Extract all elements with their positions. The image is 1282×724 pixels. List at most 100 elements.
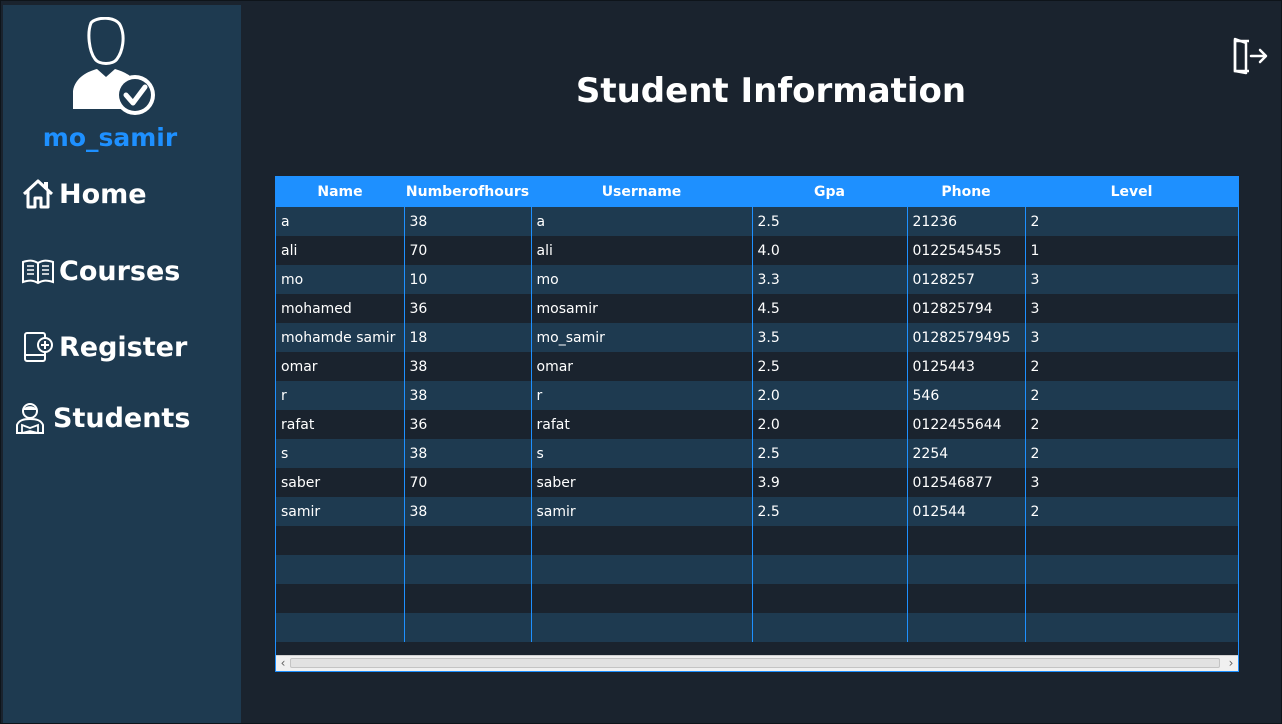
table-cell[interactable]: 70 <box>404 468 532 497</box>
table-cell[interactable]: 2.5 <box>752 439 908 468</box>
table-row-empty[interactable] <box>276 584 1238 613</box>
table-cell[interactable]: 2.0 <box>752 410 908 439</box>
table-cell[interactable] <box>907 584 1026 613</box>
table-cell[interactable] <box>531 584 753 613</box>
table-cell[interactable]: 2 <box>1025 497 1238 526</box>
nav-students[interactable]: Students <box>13 401 190 435</box>
table-cell[interactable]: 2.5 <box>752 497 908 526</box>
table-cell[interactable]: 36 <box>404 294 532 323</box>
table-cell[interactable]: mosamir <box>531 294 753 323</box>
table-cell[interactable]: 012544 <box>907 497 1026 526</box>
table-cell[interactable]: 70 <box>404 236 532 265</box>
table-cell[interactable]: 2 <box>1025 207 1238 236</box>
table-cell[interactable]: 0122455644 <box>907 410 1026 439</box>
table-cell[interactable]: omar <box>276 352 405 381</box>
table-cell[interactable] <box>1025 584 1238 613</box>
table-cell[interactable] <box>276 526 405 555</box>
table-cell[interactable] <box>752 526 908 555</box>
table-cell[interactable] <box>907 526 1026 555</box>
column-header-gpa[interactable]: Gpa <box>752 177 907 207</box>
table-row[interactable]: samir 38 samir 2.5 012544 2 <box>276 497 1238 526</box>
table-row[interactable]: r 38 r 2.0 546 2 <box>276 381 1238 410</box>
table-cell[interactable] <box>907 555 1026 584</box>
table-cell[interactable]: saber <box>531 468 753 497</box>
table-cell[interactable]: 18 <box>404 323 532 352</box>
table-cell[interactable]: 21236 <box>907 207 1026 236</box>
table-cell[interactable]: a <box>276 207 405 236</box>
table-cell[interactable] <box>531 613 753 642</box>
table-cell[interactable] <box>1025 526 1238 555</box>
table-cell[interactable]: 0125443 <box>907 352 1026 381</box>
table-cell[interactable]: 1 <box>1025 236 1238 265</box>
table-cell[interactable]: 2.5 <box>752 207 908 236</box>
table-cell[interactable]: 0122545455 <box>907 236 1026 265</box>
column-header-username[interactable]: Username <box>531 177 752 207</box>
table-cell[interactable]: 3.3 <box>752 265 908 294</box>
nav-home[interactable]: Home <box>21 177 147 211</box>
table-cell[interactable]: 3 <box>1025 265 1238 294</box>
table-cell[interactable]: 4.5 <box>752 294 908 323</box>
table-cell[interactable]: 01282579495 <box>907 323 1026 352</box>
table-row[interactable]: ali 70 ali 4.0 0122545455 1 <box>276 236 1238 265</box>
table-cell[interactable]: samir <box>276 497 405 526</box>
table-cell[interactable]: 3 <box>1025 323 1238 352</box>
table-cell[interactable]: mohamed <box>276 294 405 323</box>
table-row[interactable]: mohamde samir 18 mo_samir 3.5 01282579495 3 <box>276 323 1238 352</box>
table-cell[interactable]: 2 <box>1025 381 1238 410</box>
table-cell[interactable]: 2.0 <box>752 381 908 410</box>
nav-courses[interactable]: Courses <box>21 254 180 288</box>
table-cell[interactable]: 2.5 <box>752 352 908 381</box>
table-cell[interactable] <box>404 526 532 555</box>
table-row[interactable]: mo 10 mo 3.3 0128257 3 <box>276 265 1238 294</box>
horizontal-scrollbar[interactable]: ‹ › <box>276 655 1238 671</box>
column-header-phone[interactable]: Phone <box>907 177 1025 207</box>
table-cell[interactable]: r <box>276 381 405 410</box>
table-cell[interactable]: 2 <box>1025 352 1238 381</box>
table-cell[interactable]: 546 <box>907 381 1026 410</box>
table-cell[interactable]: 012546877 <box>907 468 1026 497</box>
table-cell[interactable]: rafat <box>531 410 753 439</box>
student-table-container[interactable]: Name Numberofhours Username Gpa Phone Le… <box>275 176 1239 672</box>
table-cell[interactable]: 4.0 <box>752 236 908 265</box>
table-cell[interactable] <box>907 613 1026 642</box>
table-row[interactable]: a 38 a 2.5 21236 2 <box>276 207 1238 236</box>
table-cell[interactable] <box>1025 555 1238 584</box>
table-cell[interactable] <box>404 555 532 584</box>
table-row-empty[interactable] <box>276 555 1238 584</box>
table-cell[interactable]: mo <box>531 265 753 294</box>
table-cell[interactable]: 2 <box>1025 439 1238 468</box>
table-cell[interactable] <box>752 555 908 584</box>
scrollbar-thumb[interactable] <box>290 658 1220 668</box>
table-cell[interactable] <box>404 584 532 613</box>
table-cell[interactable]: 3.5 <box>752 323 908 352</box>
table-cell[interactable]: 0128257 <box>907 265 1026 294</box>
table-row[interactable]: rafat 36 rafat 2.0 0122455644 2 <box>276 410 1238 439</box>
table-cell[interactable]: ali <box>276 236 405 265</box>
table-cell[interactable]: mo_samir <box>531 323 753 352</box>
column-header-numberofhours[interactable]: Numberofhours <box>404 177 531 207</box>
table-cell[interactable]: saber <box>276 468 405 497</box>
table-cell[interactable]: s <box>276 439 405 468</box>
table-cell[interactable]: 2 <box>1025 410 1238 439</box>
table-cell[interactable]: mohamde samir <box>276 323 405 352</box>
table-cell[interactable]: a <box>531 207 753 236</box>
table-cell[interactable]: ali <box>531 236 753 265</box>
table-cell[interactable] <box>531 526 753 555</box>
table-cell[interactable] <box>276 613 405 642</box>
table-cell[interactable] <box>404 613 532 642</box>
table-cell[interactable]: 3 <box>1025 468 1238 497</box>
logout-button[interactable] <box>1229 35 1269 77</box>
nav-register[interactable]: Register <box>21 330 187 364</box>
table-cell[interactable]: 2254 <box>907 439 1026 468</box>
table-row[interactable]: omar 38 omar 2.5 0125443 2 <box>276 352 1238 381</box>
table-cell[interactable]: 38 <box>404 381 532 410</box>
table-cell[interactable]: 3.9 <box>752 468 908 497</box>
table-cell[interactable] <box>1025 613 1238 642</box>
table-cell[interactable] <box>276 584 405 613</box>
table-cell[interactable]: 10 <box>404 265 532 294</box>
scroll-right-icon[interactable]: › <box>1224 656 1238 671</box>
table-cell[interactable] <box>752 613 908 642</box>
table-row[interactable]: s 38 s 2.5 2254 2 <box>276 439 1238 468</box>
table-row-empty[interactable] <box>276 613 1238 642</box>
table-cell[interactable]: r <box>531 381 753 410</box>
